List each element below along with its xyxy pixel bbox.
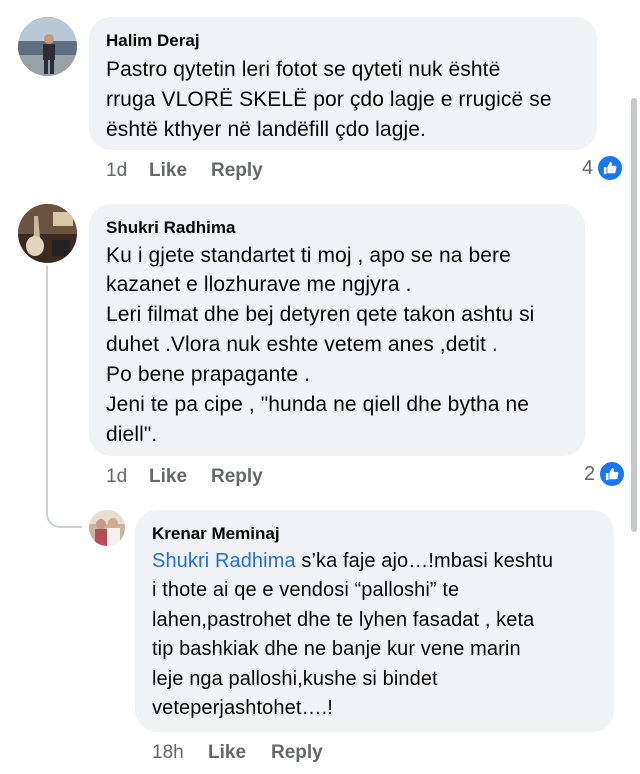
like-button[interactable]: Like bbox=[149, 160, 187, 182]
comment-line: Leri filmat dhe bej detyren qete takon a… bbox=[106, 303, 535, 326]
comment-line: duhet .Vlora nuk eshte vetem anes ,detit… bbox=[106, 333, 498, 356]
comment-bubble bbox=[89, 204, 585, 456]
comment-line: është kthyer në landëfill çdo lagje. bbox=[106, 118, 426, 141]
reply-button[interactable]: Reply bbox=[271, 742, 323, 764]
reply-timestamp[interactable]: 18h bbox=[152, 742, 184, 764]
reply-line: lahen,pastrohet dhe te lyhen fasadat , k… bbox=[152, 609, 535, 631]
comment-timestamp[interactable]: 1d bbox=[106, 160, 127, 182]
reply-line: leje nga palloshi,kushe si bindet bbox=[152, 668, 438, 690]
reply-line-rest: s’ka faje ajo…!mbasi keshtu bbox=[295, 550, 554, 572]
reply-button[interactable]: Reply bbox=[211, 160, 263, 182]
like-button[interactable]: Like bbox=[149, 466, 187, 488]
reply-line: tip bashkiak dhe ne banje kur vene marin bbox=[152, 638, 521, 660]
comment-line: kazanet e llozhurave me ngjyra . bbox=[106, 273, 412, 296]
thread-connector-curve bbox=[46, 482, 82, 528]
like-thumb-icon bbox=[598, 460, 627, 488]
avatar-krenar-meminaj[interactable] bbox=[89, 510, 125, 546]
reaction-summary[interactable]: 4 bbox=[582, 154, 625, 182]
comment-timestamp[interactable]: 1d bbox=[106, 466, 127, 488]
comment-line: Po bene prapagante . bbox=[106, 363, 311, 386]
reply-first-line: Shukri Radhima s’ka faje ajo…!mbasi kesh… bbox=[152, 550, 553, 573]
comment-line: diell". bbox=[106, 423, 158, 446]
reaction-count: 4 bbox=[582, 156, 594, 179]
reply-author[interactable]: Krenar Meminaj bbox=[152, 524, 280, 544]
comment-author[interactable]: Halim Deraj bbox=[106, 31, 200, 51]
avatar-shukri-radhima[interactable] bbox=[18, 204, 77, 263]
scrollbar[interactable] bbox=[631, 98, 637, 532]
reply-button[interactable]: Reply bbox=[211, 466, 263, 488]
thread-connector bbox=[46, 266, 48, 484]
comment-line: rruga VLORË SKELË por çdo lagje e rrugic… bbox=[106, 88, 552, 111]
avatar-halim-deraj[interactable] bbox=[18, 17, 77, 76]
comment-author[interactable]: Shukri Radhima bbox=[106, 218, 235, 238]
reaction-count: 2 bbox=[584, 462, 596, 485]
like-thumb-icon bbox=[596, 154, 625, 182]
comment-line: Pastro qytetin leri fotot se qyteti nuk … bbox=[106, 58, 501, 81]
reaction-summary[interactable]: 2 bbox=[584, 460, 627, 488]
comment-line: Ku i gjete standartet ti moj , apo se na… bbox=[106, 244, 511, 267]
comment-line: Jeni te pa cipe , "hunda ne qiell dhe by… bbox=[106, 393, 530, 416]
reply-line: i thote ai qe e vendosi “palloshi” te bbox=[152, 579, 460, 601]
mention-link[interactable]: Shukri Radhima bbox=[152, 550, 296, 572]
reply-line: veteperjashtohet….! bbox=[152, 697, 333, 719]
like-button[interactable]: Like bbox=[208, 742, 246, 764]
